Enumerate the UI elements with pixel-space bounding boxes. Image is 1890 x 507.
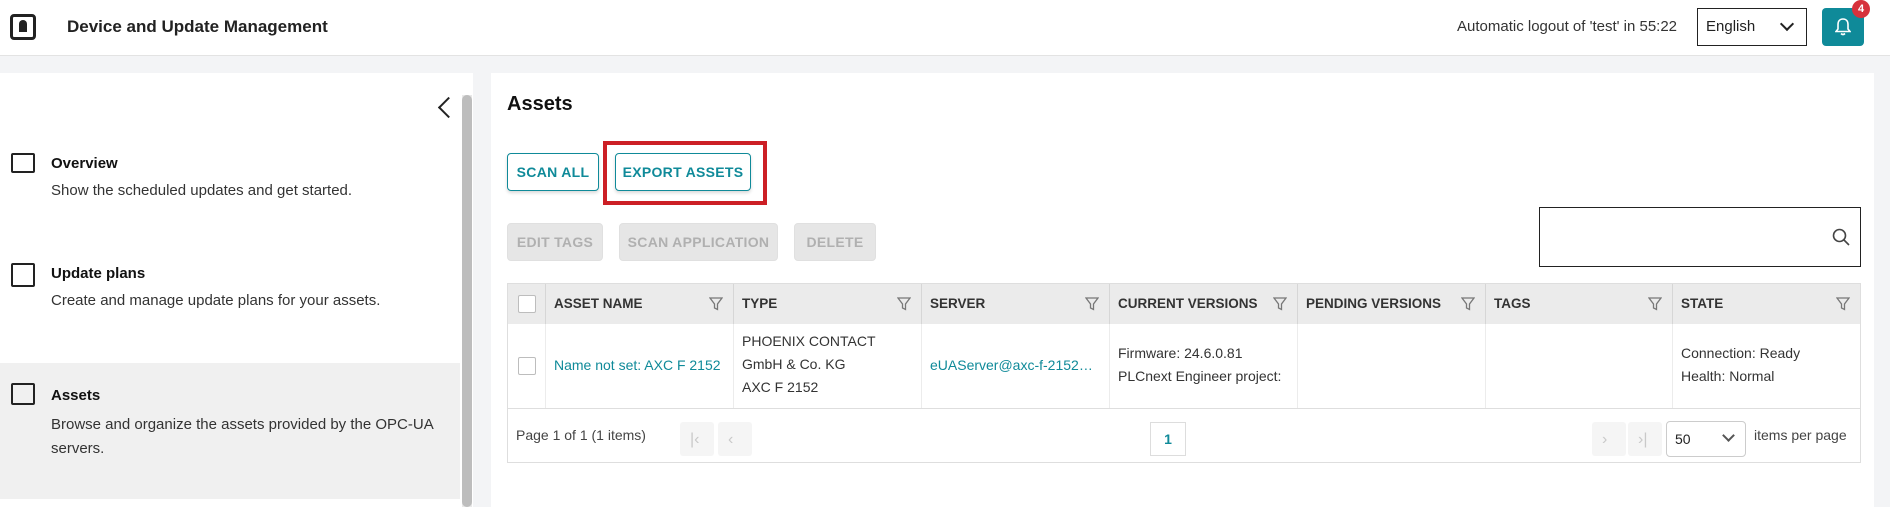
column-header-label: TAGS bbox=[1494, 296, 1531, 311]
column-header-label: CURRENT VERSIONS bbox=[1118, 296, 1258, 311]
sidebar: Overview Show the scheduled updates and … bbox=[0, 73, 473, 507]
table-header: ASSET NAME TYPE SERVER CURRENT VERSIONS … bbox=[508, 284, 1860, 324]
table-row[interactable]: Name not set: AXC F 2152 PHOENIX CONTACT… bbox=[508, 324, 1860, 408]
type-line: PHOENIX CONTACT bbox=[742, 333, 876, 349]
items-per-page-value: 50 bbox=[1675, 431, 1691, 447]
column-header-label: SERVER bbox=[930, 296, 986, 311]
filter-icon[interactable] bbox=[897, 297, 911, 311]
asset-name-link[interactable]: Name not set: AXC F 2152 bbox=[554, 357, 721, 373]
column-header-label: ASSET NAME bbox=[554, 296, 643, 311]
page-title: Assets bbox=[507, 93, 573, 115]
checklist-icon bbox=[11, 153, 35, 173]
column-header-label: PENDING VERSIONS bbox=[1306, 296, 1442, 311]
chevron-down-icon bbox=[1722, 429, 1735, 442]
chevron-right-icon: › bbox=[1602, 431, 1608, 448]
column-header-tags[interactable]: TAGS bbox=[1486, 284, 1673, 324]
type-cell: PHOENIX CONTACT GmbH & Co. KG AXC F 2152 bbox=[734, 324, 922, 408]
column-header-pending-versions[interactable]: PENDING VERSIONS bbox=[1298, 284, 1486, 324]
pagination-summary: Page 1 of 1 (1 items) bbox=[516, 427, 646, 443]
state-cell: Connection: Ready Health: Normal bbox=[1673, 324, 1860, 408]
asset-icon bbox=[11, 383, 35, 405]
column-header-state[interactable]: STATE bbox=[1673, 284, 1860, 324]
tags-cell bbox=[1486, 324, 1673, 408]
highlight-box bbox=[603, 141, 767, 205]
language-select[interactable]: English bbox=[1697, 8, 1807, 46]
first-page-icon: |‹ bbox=[690, 431, 700, 448]
language-value: English bbox=[1706, 18, 1756, 35]
filter-icon[interactable] bbox=[1836, 297, 1850, 311]
sidebar-item-title: Update plans bbox=[51, 265, 146, 282]
scan-all-button[interactable]: SCAN ALL bbox=[507, 153, 599, 191]
chevron-down-icon bbox=[1779, 16, 1795, 32]
current-version-line: Firmware: 24.6.0.81 bbox=[1118, 345, 1243, 361]
sidebar-item-title: Overview bbox=[51, 155, 118, 172]
items-per-page-select[interactable]: 50 bbox=[1666, 421, 1746, 457]
top-header: Device and Update Management Automatic l… bbox=[0, 0, 1890, 56]
calendar-icon bbox=[11, 263, 35, 287]
sidebar-item-title: Assets bbox=[51, 387, 101, 404]
row-checkbox[interactable] bbox=[518, 357, 536, 375]
next-page-button[interactable]: › bbox=[1592, 422, 1626, 456]
last-page-button[interactable]: ›| bbox=[1628, 422, 1662, 456]
current-versions-cell: Firmware: 24.6.0.81 PLCnext Engineer pro… bbox=[1110, 324, 1298, 408]
type-line: AXC F 2152 bbox=[742, 379, 819, 395]
main-panel: Assets SCAN ALL EXPORT ASSETS EDIT TAGS … bbox=[491, 73, 1874, 507]
sidebar-item-overview[interactable]: Overview Show the scheduled updates and … bbox=[0, 153, 460, 233]
collapse-sidebar-button[interactable] bbox=[436, 95, 450, 119]
filter-icon[interactable] bbox=[1648, 297, 1662, 311]
sidebar-item-description: Show the scheduled updates and get start… bbox=[51, 182, 353, 199]
filter-icon[interactable] bbox=[1273, 297, 1287, 311]
asset-name-cell: Name not set: AXC F 2152 bbox=[546, 324, 734, 408]
type-line: GmbH & Co. KG bbox=[742, 356, 846, 372]
logout-timer: Automatic logout of 'test' in 55:22 bbox=[1457, 18, 1678, 35]
chevron-left-icon: ‹ bbox=[728, 431, 734, 448]
sidebar-item-assets[interactable]: Assets Browse and organize the assets pr… bbox=[0, 363, 460, 499]
state-line: Health: Normal bbox=[1681, 368, 1775, 384]
app-title: Device and Update Management bbox=[67, 17, 328, 36]
app-logo-icon bbox=[10, 14, 36, 40]
search-field[interactable] bbox=[1539, 207, 1861, 267]
select-all-cell bbox=[508, 284, 546, 324]
filter-icon[interactable] bbox=[1461, 297, 1475, 311]
previous-page-button[interactable]: ‹ bbox=[718, 422, 752, 456]
notification-badge: 4 bbox=[1852, 0, 1870, 18]
pagination: Page 1 of 1 (1 items) |‹ ‹ 1 › ›| 50 ite… bbox=[508, 408, 1860, 464]
current-version-line: PLCnext Engineer project: bbox=[1118, 368, 1282, 384]
column-header-type[interactable]: TYPE bbox=[734, 284, 922, 324]
edit-tags-button[interactable]: EDIT TAGS bbox=[507, 223, 603, 261]
first-page-button[interactable]: |‹ bbox=[680, 422, 714, 456]
filter-icon[interactable] bbox=[709, 297, 723, 311]
assets-table: ASSET NAME TYPE SERVER CURRENT VERSIONS … bbox=[507, 283, 1861, 463]
bell-icon bbox=[1835, 18, 1851, 36]
sidebar-item-update-plans[interactable]: Update plans Create and manage update pl… bbox=[0, 263, 460, 343]
sidebar-item-description: Browse and organize the assets provided … bbox=[51, 416, 433, 457]
sidebar-scrollbar-thumb[interactable] bbox=[462, 95, 472, 507]
items-per-page-label: items per page bbox=[1754, 427, 1847, 443]
column-header-asset-name[interactable]: ASSET NAME bbox=[546, 284, 734, 324]
last-page-icon: ›| bbox=[1638, 431, 1648, 448]
select-all-checkbox[interactable] bbox=[518, 295, 536, 313]
filter-icon[interactable] bbox=[1085, 297, 1099, 311]
column-header-label: STATE bbox=[1681, 296, 1724, 311]
column-header-server[interactable]: SERVER bbox=[922, 284, 1110, 324]
sidebar-item-description: Create and manage update plans for your … bbox=[51, 292, 381, 309]
pending-versions-cell bbox=[1298, 324, 1486, 408]
delete-button[interactable]: DELETE bbox=[794, 223, 876, 261]
state-line: Connection: Ready bbox=[1681, 345, 1801, 361]
row-select-cell bbox=[508, 324, 546, 408]
scan-application-button[interactable]: SCAN APPLICATION bbox=[619, 223, 778, 261]
page-number-button[interactable]: 1 bbox=[1150, 422, 1186, 456]
server-cell: eUAServer@axc-f-2152… bbox=[922, 324, 1110, 408]
column-header-label: TYPE bbox=[742, 296, 778, 311]
column-header-current-versions[interactable]: CURRENT VERSIONS bbox=[1110, 284, 1298, 324]
search-icon bbox=[1832, 228, 1850, 246]
server-link[interactable]: eUAServer@axc-f-2152… bbox=[930, 357, 1093, 373]
